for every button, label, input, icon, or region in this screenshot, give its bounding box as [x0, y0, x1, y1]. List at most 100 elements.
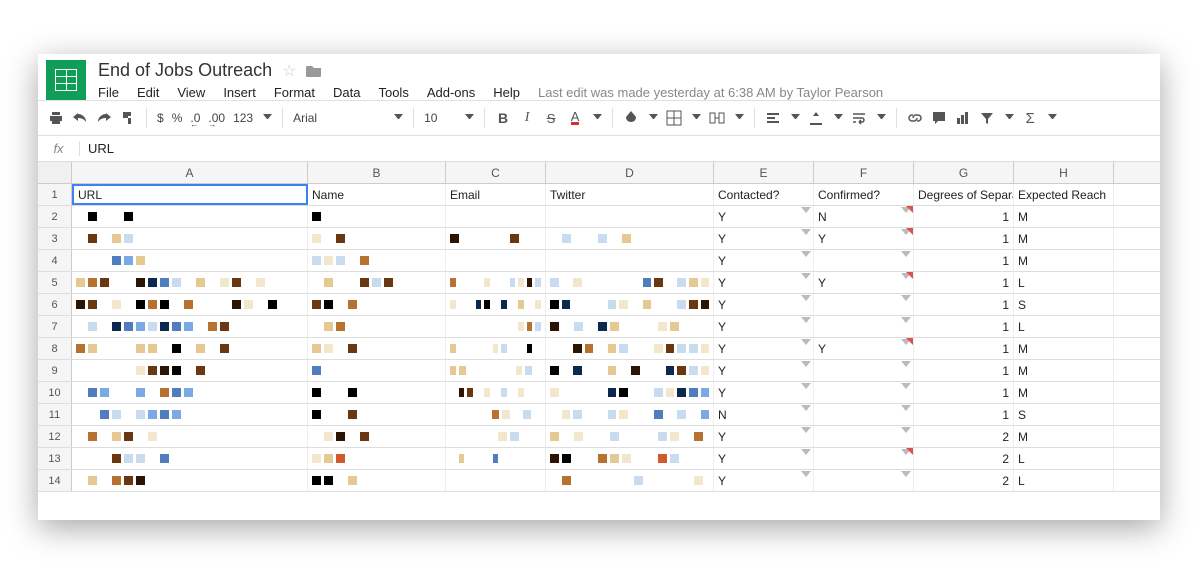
- cell[interactable]: 1: [914, 294, 1014, 315]
- dropdown-icon[interactable]: [801, 405, 811, 411]
- cell[interactable]: Y: [714, 206, 814, 227]
- cell[interactable]: [546, 272, 714, 293]
- cell[interactable]: M: [1014, 426, 1114, 447]
- cell[interactable]: Y: [714, 338, 814, 359]
- cell[interactable]: [446, 404, 546, 425]
- cell[interactable]: Twitter: [546, 184, 714, 205]
- menu-view[interactable]: View: [177, 85, 205, 100]
- cell[interactable]: [814, 404, 914, 425]
- cell[interactable]: Email: [446, 184, 546, 205]
- dropdown-icon[interactable]: [901, 317, 911, 323]
- cell[interactable]: [446, 426, 546, 447]
- col-header-h[interactable]: H: [1014, 162, 1114, 183]
- cell[interactable]: [814, 316, 914, 337]
- cell[interactable]: [308, 448, 446, 469]
- cell[interactable]: [446, 470, 546, 491]
- cell[interactable]: [72, 426, 308, 447]
- cell[interactable]: [446, 228, 546, 249]
- cell[interactable]: Y: [814, 272, 914, 293]
- row-header[interactable]: 1: [38, 184, 72, 205]
- cell[interactable]: [446, 448, 546, 469]
- dropdown-icon[interactable]: [901, 361, 911, 367]
- cell[interactable]: [308, 250, 446, 271]
- cell[interactable]: 2: [914, 470, 1014, 491]
- cell[interactable]: Y: [714, 360, 814, 381]
- cell[interactable]: [546, 228, 714, 249]
- cell[interactable]: Y: [814, 338, 914, 359]
- row-header[interactable]: 11: [38, 404, 72, 425]
- cell[interactable]: [72, 338, 308, 359]
- chart-icon[interactable]: [955, 110, 971, 126]
- cell[interactable]: [308, 316, 446, 337]
- dropdown-icon[interactable]: [901, 427, 911, 433]
- cell[interactable]: 1: [914, 272, 1014, 293]
- cell[interactable]: Name: [308, 184, 446, 205]
- cell[interactable]: [814, 294, 914, 315]
- cell[interactable]: [546, 294, 714, 315]
- row-header[interactable]: 10: [38, 382, 72, 403]
- cell[interactable]: Y: [714, 448, 814, 469]
- cell[interactable]: 1: [914, 360, 1014, 381]
- paint-format-icon[interactable]: [120, 110, 136, 126]
- folder-icon[interactable]: [306, 64, 322, 78]
- cell[interactable]: 1: [914, 338, 1014, 359]
- cell[interactable]: [308, 404, 446, 425]
- cell[interactable]: [546, 382, 714, 403]
- dropdown-icon[interactable]: [801, 207, 811, 213]
- cell[interactable]: [72, 360, 308, 381]
- doc-title[interactable]: End of Jobs Outreach: [98, 60, 272, 81]
- row-header[interactable]: 9: [38, 360, 72, 381]
- format-percent[interactable]: %: [172, 111, 183, 125]
- dropdown-icon[interactable]: [801, 471, 811, 477]
- row-header[interactable]: 13: [38, 448, 72, 469]
- cell[interactable]: [72, 382, 308, 403]
- cell[interactable]: [446, 206, 546, 227]
- cell[interactable]: [814, 448, 914, 469]
- v-align-icon[interactable]: [808, 110, 824, 126]
- dropdown-icon[interactable]: [801, 251, 811, 257]
- cell[interactable]: Y: [714, 294, 814, 315]
- row-header[interactable]: 12: [38, 426, 72, 447]
- cell[interactable]: Y: [714, 470, 814, 491]
- borders-icon[interactable]: [666, 110, 682, 126]
- font-selector[interactable]: Arial: [293, 111, 317, 125]
- strikethrough-icon[interactable]: S: [543, 110, 559, 126]
- menu-insert[interactable]: Insert: [223, 85, 256, 100]
- fill-color-icon[interactable]: [623, 110, 639, 126]
- cell[interactable]: 1: [914, 206, 1014, 227]
- cell[interactable]: M: [1014, 228, 1114, 249]
- cell[interactable]: M: [1014, 382, 1114, 403]
- cell[interactable]: [72, 228, 308, 249]
- dropdown-icon[interactable]: [801, 317, 811, 323]
- row-header[interactable]: 2: [38, 206, 72, 227]
- dropdown-icon[interactable]: [801, 229, 811, 235]
- cell[interactable]: [546, 404, 714, 425]
- comment-icon[interactable]: [931, 110, 947, 126]
- star-icon[interactable]: ☆: [282, 61, 296, 81]
- col-header-b[interactable]: B: [308, 162, 446, 183]
- h-align-icon[interactable]: [765, 110, 781, 126]
- row-header[interactable]: 7: [38, 316, 72, 337]
- cell[interactable]: [308, 338, 446, 359]
- dropdown-icon[interactable]: [801, 273, 811, 279]
- functions-icon[interactable]: Σ: [1022, 110, 1038, 126]
- chevron-down-icon[interactable]: [877, 114, 886, 123]
- cell[interactable]: Degrees of Separation: [914, 184, 1014, 205]
- increase-decimal[interactable]: .00→: [208, 111, 225, 125]
- merge-cells-icon[interactable]: [709, 110, 725, 126]
- cell[interactable]: M: [1014, 250, 1114, 271]
- dropdown-icon[interactable]: [801, 361, 811, 367]
- cell[interactable]: M: [1014, 206, 1114, 227]
- cell[interactable]: [308, 470, 446, 491]
- cell[interactable]: [308, 206, 446, 227]
- cell[interactable]: [308, 228, 446, 249]
- cell[interactable]: 1: [914, 250, 1014, 271]
- menu-edit[interactable]: Edit: [137, 85, 159, 100]
- cell[interactable]: [72, 272, 308, 293]
- dropdown-icon[interactable]: [901, 251, 911, 257]
- cell[interactable]: Y: [714, 250, 814, 271]
- undo-icon[interactable]: [72, 110, 88, 126]
- font-size-selector[interactable]: 10: [424, 111, 437, 125]
- cell[interactable]: [72, 470, 308, 491]
- menu-data[interactable]: Data: [333, 85, 360, 100]
